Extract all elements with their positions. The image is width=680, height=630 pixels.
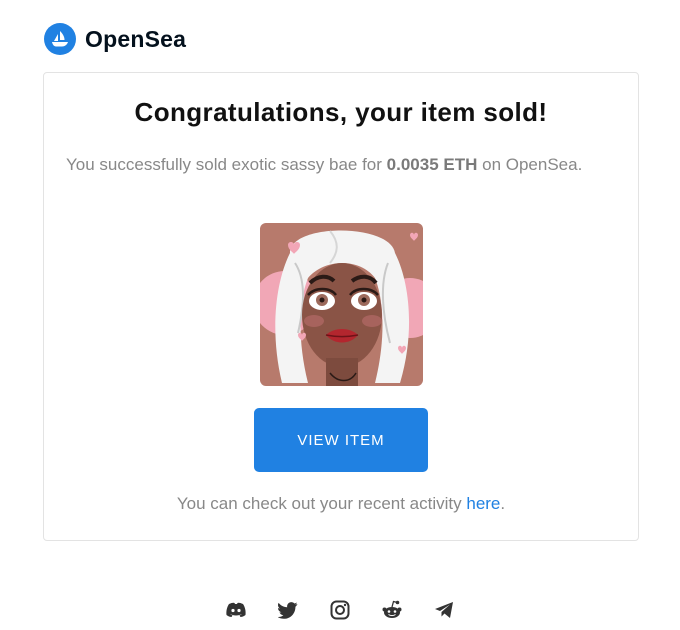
nft-artwork: [260, 223, 423, 386]
opensea-logo-icon[interactable]: [44, 23, 76, 55]
twitter-icon[interactable]: [276, 598, 300, 622]
card-title: Congratulations, your item sold!: [134, 97, 548, 127]
reddit-icon[interactable]: [380, 598, 404, 622]
message-prefix: You successfully sold exotic sassy bae f…: [66, 155, 387, 174]
message-suffix: on OpenSea.: [477, 155, 583, 174]
instagram-icon[interactable]: [328, 598, 352, 622]
telegram-icon[interactable]: [432, 598, 456, 622]
activity-period: .: [500, 494, 506, 513]
view-item-button[interactable]: VIEW ITEM: [254, 408, 428, 472]
brand-name[interactable]: OpenSea: [85, 26, 186, 53]
social-links: [0, 598, 680, 622]
discord-icon[interactable]: [224, 598, 248, 622]
sale-message: You successfully sold exotic sassy bae f…: [66, 153, 586, 177]
sale-card: Congratulations, your item sold! You suc…: [43, 72, 639, 541]
nft-image[interactable]: [260, 223, 423, 386]
header: OpenSea: [44, 22, 186, 56]
activity-link[interactable]: here: [466, 494, 500, 513]
activity-text: You can check out your recent activity: [176, 494, 467, 513]
activity-note: You can check out your recent activity h…: [44, 494, 638, 514]
sale-price: 0.0035 ETH: [386, 155, 478, 174]
